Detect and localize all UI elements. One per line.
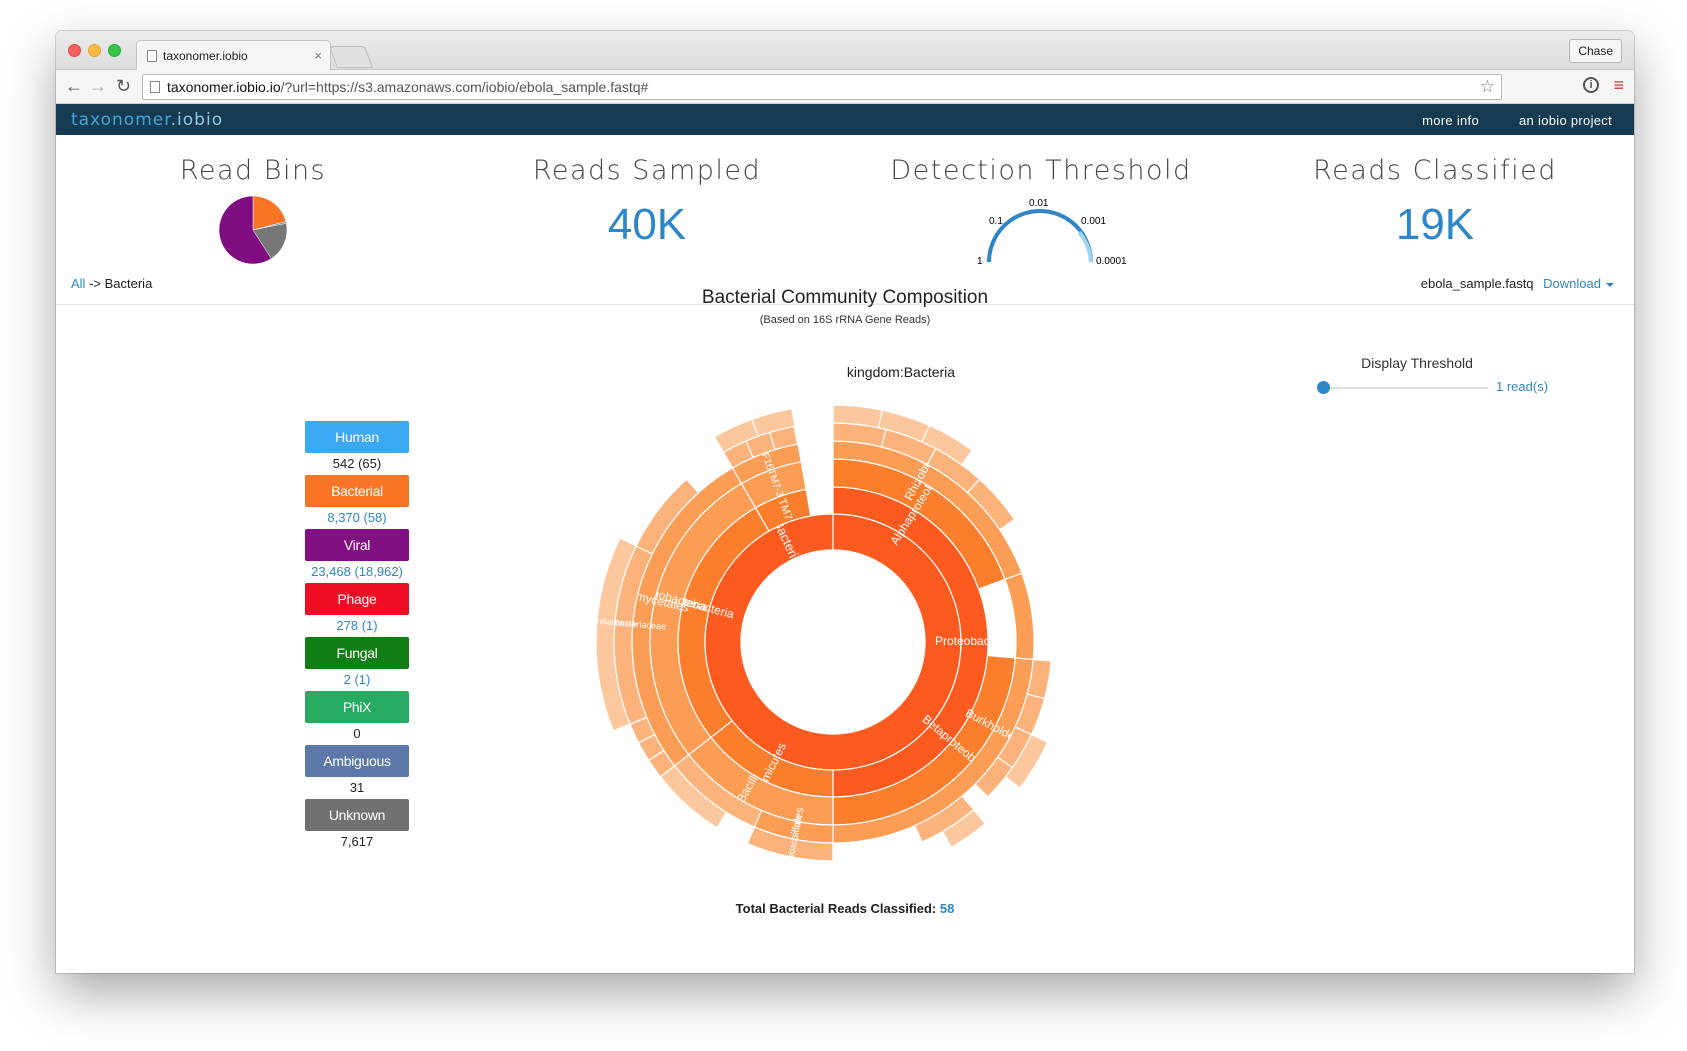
address-bar[interactable]: taxonomer.iobio.io/?url=https://s3.amazo… bbox=[142, 74, 1502, 100]
bin-viral: Viral 23,468 (18,962) bbox=[305, 529, 409, 583]
page-icon bbox=[150, 81, 160, 93]
bin-count: 8,370 (58) bbox=[327, 510, 387, 525]
bin-count: 23,468 (18,962) bbox=[311, 564, 403, 579]
threshold-slider-track[interactable] bbox=[1322, 387, 1488, 389]
gauge-tick: 0.001 bbox=[1081, 216, 1106, 227]
bookmark-star-icon[interactable]: ☆ bbox=[1480, 75, 1495, 99]
menu-icon[interactable]: ≡ bbox=[1613, 75, 1624, 96]
total-classified: Total Bacterial Reads Classified: 58 bbox=[56, 901, 1634, 916]
gauge-tick: 0.0001 bbox=[1096, 256, 1127, 267]
bin-button-ambiguous[interactable]: Ambiguous bbox=[305, 745, 409, 777]
brand-main: taxonomer bbox=[71, 110, 171, 130]
bin-button-fungal[interactable]: Fungal bbox=[305, 637, 409, 669]
bin-count: 2 (1) bbox=[343, 672, 371, 687]
gauge-tick: 0.01 bbox=[1029, 198, 1049, 209]
read-bins-stat: Read Bins bbox=[56, 135, 450, 273]
stats-row: Read Bins Reads Sampled 40K Detection Th… bbox=[56, 135, 1634, 305]
chart-title: Bacterial Community Composition bbox=[701, 287, 989, 308]
read-bins-title: Read Bins bbox=[179, 155, 327, 186]
bin-button-phage[interactable]: Phage bbox=[305, 583, 409, 615]
threshold-slider-value: 1 read(s) bbox=[1496, 379, 1549, 394]
browser-tab[interactable]: taxonomer.iobio × bbox=[136, 40, 331, 70]
back-arrow-icon[interactable]: ← bbox=[65, 76, 83, 96]
bin-count: 0 bbox=[353, 726, 361, 741]
iobio-project-link[interactable]: an iobio project bbox=[1519, 113, 1612, 128]
brand-suffix: .iobio bbox=[170, 110, 224, 130]
url-host: taxonomer.iobio.io bbox=[167, 79, 281, 95]
brand-logo[interactable]: taxonomer.iobio bbox=[71, 110, 223, 130]
bin-count: 542 (65) bbox=[332, 456, 382, 471]
bin-legend: Human 542 (65) Bacterial 8,370 (58) Viral 23,… bbox=[305, 421, 409, 853]
reads-classified-title: Reads Classified bbox=[1313, 155, 1557, 186]
browser-tabstrip: taxonomer.iobio × Chase bbox=[56, 31, 1634, 70]
close-window-button[interactable] bbox=[68, 44, 81, 57]
read-bins-pie[interactable] bbox=[215, 192, 291, 268]
reads-sampled-stat: Reads Sampled 40K bbox=[450, 135, 844, 250]
tab-title: taxonomer.iobio bbox=[163, 48, 248, 63]
new-tab-button[interactable] bbox=[328, 46, 374, 68]
detection-threshold-stat: Detection Threshold 1 0.1 0.01 0.001 0.0… bbox=[844, 135, 1238, 273]
bin-bacterial: Bacterial 8,370 (58) bbox=[305, 475, 409, 529]
bin-ambiguous: Ambiguous 31 bbox=[305, 745, 409, 799]
profile-button[interactable]: Chase bbox=[1569, 39, 1622, 63]
zoom-window-button[interactable] bbox=[108, 44, 121, 57]
bin-count: 31 bbox=[349, 780, 365, 795]
gauge-arc-active bbox=[987, 209, 1093, 263]
bin-button-human[interactable]: Human bbox=[305, 421, 409, 453]
gauge-tick: 1 bbox=[977, 256, 983, 267]
display-threshold-label: Display Threshold bbox=[1361, 355, 1473, 371]
reads-sampled-title: Reads Sampled bbox=[532, 155, 762, 186]
bin-human: Human 542 (65) bbox=[305, 421, 409, 475]
threshold-gauge[interactable]: 1 0.1 0.01 0.001 0.0001 bbox=[941, 192, 1141, 268]
bin-button-bacterial[interactable]: Bacterial bbox=[305, 475, 409, 507]
total-value: 58 bbox=[939, 901, 955, 916]
bin-button-unknown[interactable]: Unknown bbox=[305, 799, 409, 831]
bin-phage: Phage 278 (1) bbox=[305, 583, 409, 637]
browser-toolbar: ← → ↻ taxonomer.iobio.io/?url=https://s3… bbox=[56, 70, 1634, 104]
minimize-window-button[interactable] bbox=[88, 44, 101, 57]
bin-button-phix[interactable]: PhiX bbox=[305, 691, 409, 723]
more-info-link[interactable]: more info bbox=[1422, 113, 1479, 128]
forward-arrow-icon[interactable]: → bbox=[89, 76, 107, 96]
sunburst-root[interactable] bbox=[704, 513, 962, 771]
sunburst-label-proteobacteria: Proteobacteria bbox=[935, 634, 1013, 648]
app-navbar: taxonomer.iobio more info an iobio proje… bbox=[56, 104, 1634, 135]
reads-classified-value: 19K bbox=[1395, 200, 1475, 249]
chart-subtitle: (Based on 16S rRNA Gene Reads) bbox=[759, 314, 931, 326]
url-path: /?url=https://s3.amazonaws.com/iobio/ebo… bbox=[280, 79, 649, 95]
reads-sampled-value: 40K bbox=[607, 200, 687, 249]
total-label: Total Bacterial Reads Classified: bbox=[735, 901, 940, 916]
reload-icon[interactable]: ↻ bbox=[116, 76, 131, 96]
threshold-slider-handle[interactable] bbox=[1317, 381, 1330, 394]
detection-threshold-title: Detection Threshold bbox=[890, 155, 1192, 186]
sunburst-chart[interactable]: BacteriaProteobacteriaAlphaproteobacteri… bbox=[556, 371, 1116, 891]
bin-button-viral[interactable]: Viral bbox=[305, 529, 409, 561]
gauge-tick: 0.1 bbox=[989, 216, 1003, 227]
info-icon[interactable]: i bbox=[1583, 77, 1599, 93]
tab-close-icon[interactable]: × bbox=[314, 48, 322, 63]
browser-window: taxonomer.iobio × Chase ← → ↻ taxonomer.… bbox=[56, 31, 1634, 973]
bin-fungal: Fungal 2 (1) bbox=[305, 637, 409, 691]
caret-down-icon bbox=[1606, 282, 1614, 287]
bin-count: 278 (1) bbox=[336, 618, 378, 633]
bin-phix: PhiX 0 bbox=[305, 691, 409, 745]
bin-unknown: Unknown 7,617 bbox=[305, 799, 409, 853]
page-icon bbox=[147, 49, 157, 62]
bin-count: 7,617 bbox=[340, 834, 374, 849]
reads-classified-stat: Reads Classified 19K bbox=[1238, 135, 1632, 250]
